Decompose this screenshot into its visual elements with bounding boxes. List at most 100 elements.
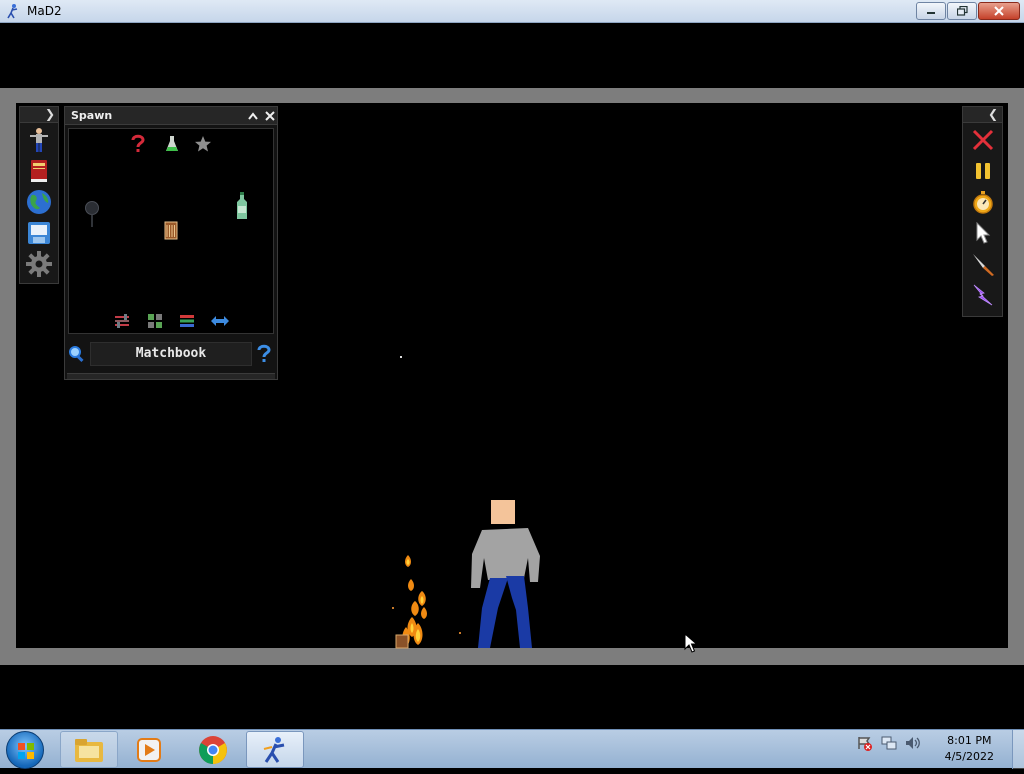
save-icon [28, 222, 50, 244]
matchbook-in-scene[interactable] [395, 634, 409, 649]
grid-icon [148, 314, 162, 328]
windows-logo-icon [18, 743, 34, 759]
search-button[interactable] [68, 345, 86, 367]
chevron-up-icon [248, 112, 258, 120]
selected-item-field[interactable]: Matchbook [90, 342, 252, 366]
star-icon [195, 136, 211, 152]
action-center-icon[interactable] [857, 735, 873, 751]
mad2-app-icon [7, 4, 18, 19]
swap-direction-button[interactable] [209, 312, 231, 330]
minimize-button[interactable] [916, 2, 946, 20]
media-player-icon [137, 737, 161, 762]
view-grid-button[interactable] [146, 312, 164, 330]
clock-time: 8:01 PM [947, 734, 992, 747]
list-icon [180, 315, 194, 327]
save-button[interactable] [25, 219, 53, 247]
view-list-button[interactable] [178, 312, 196, 330]
spawn-panel-footer [67, 373, 275, 379]
close-icon [994, 6, 1004, 16]
ragdoll-left-leg [478, 578, 508, 648]
gear-icon [26, 251, 52, 277]
particle [400, 356, 402, 358]
world-button[interactable] [25, 188, 53, 216]
settings-button[interactable] [25, 250, 53, 278]
flask-icon [166, 136, 178, 151]
slow-motion-button[interactable] [969, 188, 997, 216]
fire [395, 555, 427, 649]
spawn-item-bottle[interactable] [235, 191, 249, 221]
spawn-panel: Spawn Matchbook [64, 106, 278, 380]
globe-icon [27, 190, 51, 214]
lightning-icon [973, 284, 992, 306]
ragdoll-head [491, 500, 515, 524]
filter-favorites-button[interactable] [193, 134, 213, 154]
ragdoll-tool-icon [30, 128, 48, 152]
window-titlebar: MaD2 [0, 0, 1024, 23]
help-button[interactable] [257, 344, 271, 368]
network-icon[interactable] [881, 735, 897, 751]
lightning-tool-button[interactable] [969, 281, 997, 309]
ragdoll-character[interactable] [468, 498, 542, 648]
spawn-panel-title: Spawn [71, 109, 113, 122]
knife-icon [972, 254, 994, 276]
chevron-left-icon[interactable]: ❮ [988, 107, 998, 121]
right-toolbar-header: ❮ [963, 107, 1002, 123]
spawn-item-matchbook[interactable] [163, 219, 179, 241]
pointer-icon [976, 222, 990, 244]
swap-arrows-icon [211, 316, 229, 326]
show-desktop-button[interactable] [1012, 730, 1024, 769]
file-explorer-icon [75, 738, 103, 762]
start-button[interactable] [6, 731, 44, 769]
system-clock[interactable]: 8:01 PM 4/5/2022 [945, 733, 994, 765]
mouse-cursor [684, 633, 698, 653]
filter-sort-button[interactable] [113, 312, 131, 330]
ragdoll-tool-button[interactable] [25, 126, 53, 154]
tool-strip-header: ❯ [20, 107, 58, 123]
taskbar-file-explorer[interactable] [60, 731, 118, 768]
stopwatch-icon [972, 191, 993, 214]
book-button[interactable] [25, 157, 53, 185]
close-window-button[interactable] [978, 2, 1020, 20]
pause-icon [975, 163, 990, 179]
minimize-icon [927, 12, 935, 14]
frying-pan-icon [85, 201, 99, 227]
magnifier-icon [69, 346, 84, 363]
help-icon [257, 344, 271, 362]
knife-tool-button[interactable] [969, 250, 997, 278]
pause-button[interactable] [969, 157, 997, 185]
select-tool-button[interactable] [969, 219, 997, 247]
filter-unknown-button[interactable] [129, 134, 147, 154]
matchbook-icon [164, 221, 178, 239]
taskbar: 8:01 PM 4/5/2022 [0, 729, 1024, 769]
taskbar-media-player[interactable] [120, 731, 178, 768]
taskbar-mad2[interactable] [246, 731, 304, 768]
clear-x-icon [972, 129, 993, 151]
ragdoll-right-leg [506, 576, 532, 648]
spawn-item-grid [68, 128, 274, 334]
window-title: MaD2 [27, 4, 62, 18]
book-icon [31, 160, 47, 182]
chrome-icon [199, 735, 227, 764]
particle [459, 632, 461, 634]
close-panel-button[interactable] [262, 108, 278, 124]
system-tray [857, 735, 929, 751]
clock-date: 4/5/2022 [944, 750, 994, 763]
spawn-panel-header[interactable]: Spawn [65, 107, 277, 125]
sliders-icon [115, 314, 129, 328]
left-tool-strip: ❯ [19, 106, 59, 284]
chevron-right-icon[interactable]: ❯ [45, 107, 55, 121]
filter-chemistry-button[interactable] [163, 134, 181, 154]
close-icon [265, 111, 275, 121]
bottle-icon [237, 192, 247, 219]
spawn-item-frying-pan[interactable] [83, 199, 101, 229]
question-icon [131, 134, 145, 152]
volume-icon[interactable] [905, 735, 921, 751]
collapse-panel-button[interactable] [245, 108, 261, 124]
restore-icon [956, 6, 968, 16]
right-toolbar: ❮ [962, 106, 1003, 317]
clear-scene-button[interactable] [969, 126, 997, 154]
restore-button[interactable] [947, 2, 977, 20]
taskbar-chrome[interactable] [184, 731, 242, 768]
spawn-search-row: Matchbook [65, 339, 277, 367]
mad2-icon [263, 736, 285, 763]
